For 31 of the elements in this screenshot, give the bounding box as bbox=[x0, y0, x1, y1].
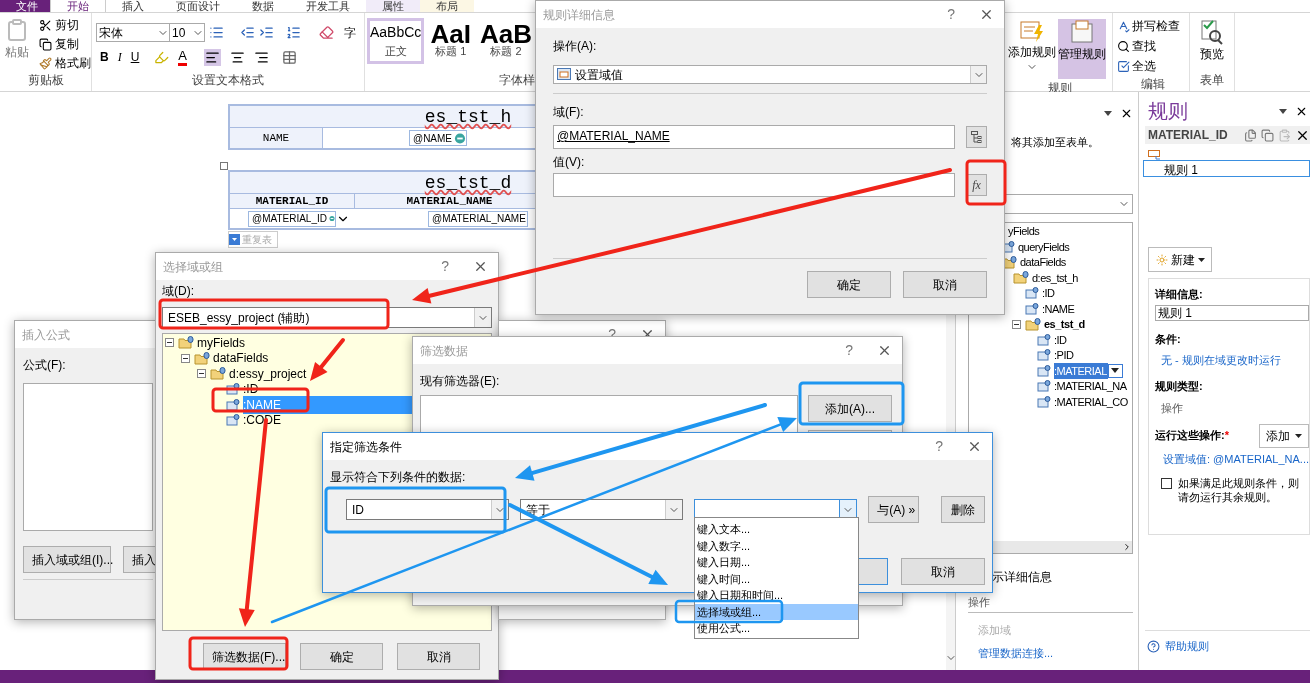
panel-title: 规则 bbox=[1147, 99, 1188, 124]
dialog-title: 规则详细信息 bbox=[543, 6, 615, 24]
rule-type: 操作 bbox=[1160, 401, 1184, 416]
hint-text: 将其添加至表单。 bbox=[1011, 135, 1099, 150]
field-label: 值(V): bbox=[553, 154, 586, 171]
field-label: 操作(A): bbox=[553, 38, 598, 55]
dialog-title: 指定筛选条件 bbox=[330, 438, 402, 456]
field-label: 域(F): bbox=[553, 104, 585, 121]
checkbox-label: 如果满足此规则条件，则请勿运行其余规则。 bbox=[1178, 476, 1300, 504]
table-title: es_tst_d bbox=[424, 173, 512, 193]
field-label: NAME bbox=[230, 128, 323, 148]
field-label: 条件: bbox=[1155, 331, 1182, 347]
dialog-title: 选择域或组 bbox=[163, 258, 223, 276]
group-label: 编辑 bbox=[1140, 76, 1166, 93]
field-label: 详细信息: bbox=[1155, 287, 1204, 302]
repeating-table-tag: 重复表 bbox=[228, 231, 278, 248]
field-label: 现有筛选器(E): bbox=[420, 373, 501, 390]
group-label: 表单 bbox=[1199, 72, 1225, 89]
dialog-title: 筛选数据 bbox=[420, 342, 468, 360]
field-label: 域(D): bbox=[162, 283, 194, 300]
group-label: 剪贴板 bbox=[26, 72, 65, 89]
dialog-title: 插入公式 bbox=[22, 326, 70, 344]
group-label: 设置文本格式 bbox=[191, 72, 265, 89]
group-label: 字体样 bbox=[499, 72, 535, 89]
control-name: MATERIAL_ID bbox=[1148, 127, 1229, 144]
field-label: 运行这些操作:* bbox=[1155, 428, 1230, 444]
field-label: 显示符合下列条件的数据: bbox=[330, 469, 467, 486]
field-label: 公式(F): bbox=[23, 357, 67, 374]
field-label: 规则类型: bbox=[1155, 378, 1204, 394]
column-header: MATERIAL_ID bbox=[230, 194, 355, 208]
table-title: es_tst_h bbox=[424, 107, 512, 127]
